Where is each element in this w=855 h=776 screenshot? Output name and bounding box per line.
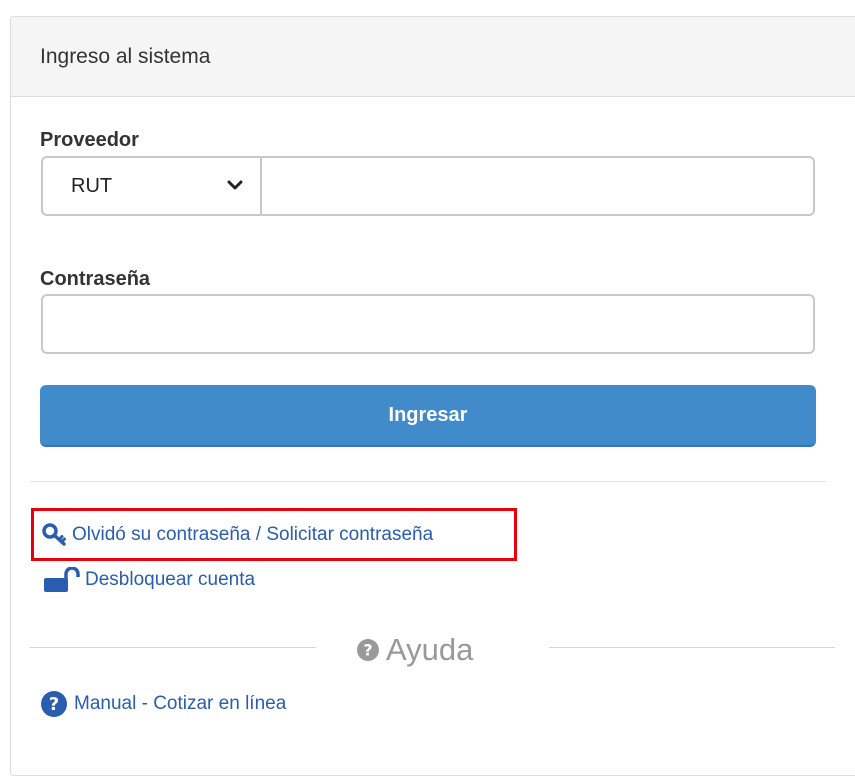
question-circle-icon: ?	[357, 639, 379, 661]
chevron-down-icon	[227, 180, 243, 190]
forgot-password-text: Olvidó su contraseña / Solicitar contras…	[72, 524, 434, 545]
manual-link-text: Manual - Cotizar en línea	[74, 693, 287, 714]
password-input[interactable]	[41, 294, 815, 354]
help-divider-left	[30, 647, 316, 648]
key-icon	[42, 523, 66, 546]
panel-heading: Ingreso al sistema	[11, 17, 855, 97]
unlock-account-text: Desbloquear cuenta	[85, 569, 256, 590]
id-type-selected-value: RUT	[71, 175, 113, 197]
id-type-select[interactable]: RUT	[41, 156, 262, 216]
provider-label: Proveedor	[40, 129, 139, 151]
login-button[interactable]: Ingresar	[40, 385, 816, 447]
panel-title: Ingreso al sistema	[40, 45, 211, 68]
question-circle-icon: ?	[41, 691, 67, 717]
svg-text:?: ?	[363, 641, 372, 660]
help-divider-right	[549, 647, 835, 648]
rut-input[interactable]	[260, 156, 815, 216]
forgot-password-link[interactable]: Olvidó su contraseña / Solicitar contras…	[42, 523, 433, 547]
password-label: Contraseña	[40, 268, 151, 290]
help-heading: ? Ayuda	[356, 632, 473, 668]
manual-link[interactable]: ? Manual - Cotizar en línea	[40, 690, 286, 718]
section-divider	[30, 481, 826, 482]
unlock-account-link[interactable]: Desbloquear cuenta	[42, 567, 255, 593]
help-heading-text: Ayuda	[386, 632, 474, 667]
unlock-icon	[44, 567, 80, 592]
svg-text:?: ?	[49, 694, 59, 715]
